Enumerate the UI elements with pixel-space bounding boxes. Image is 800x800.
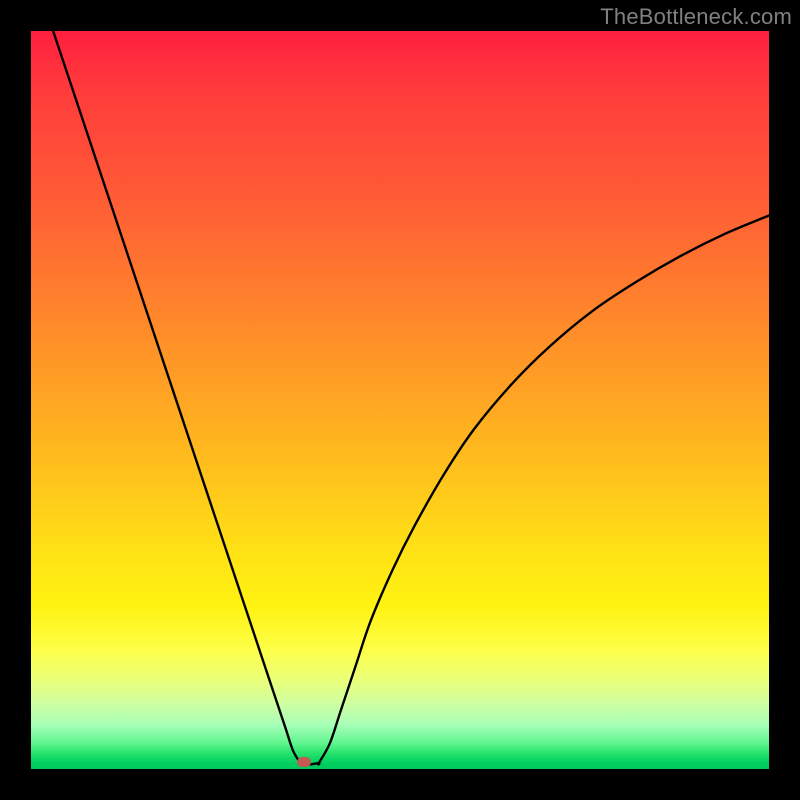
plot-area <box>31 31 769 769</box>
optimum-marker <box>297 757 311 767</box>
bottleneck-curve <box>31 31 769 769</box>
chart-frame: TheBottleneck.com <box>0 0 800 800</box>
watermark-text: TheBottleneck.com <box>600 4 792 30</box>
